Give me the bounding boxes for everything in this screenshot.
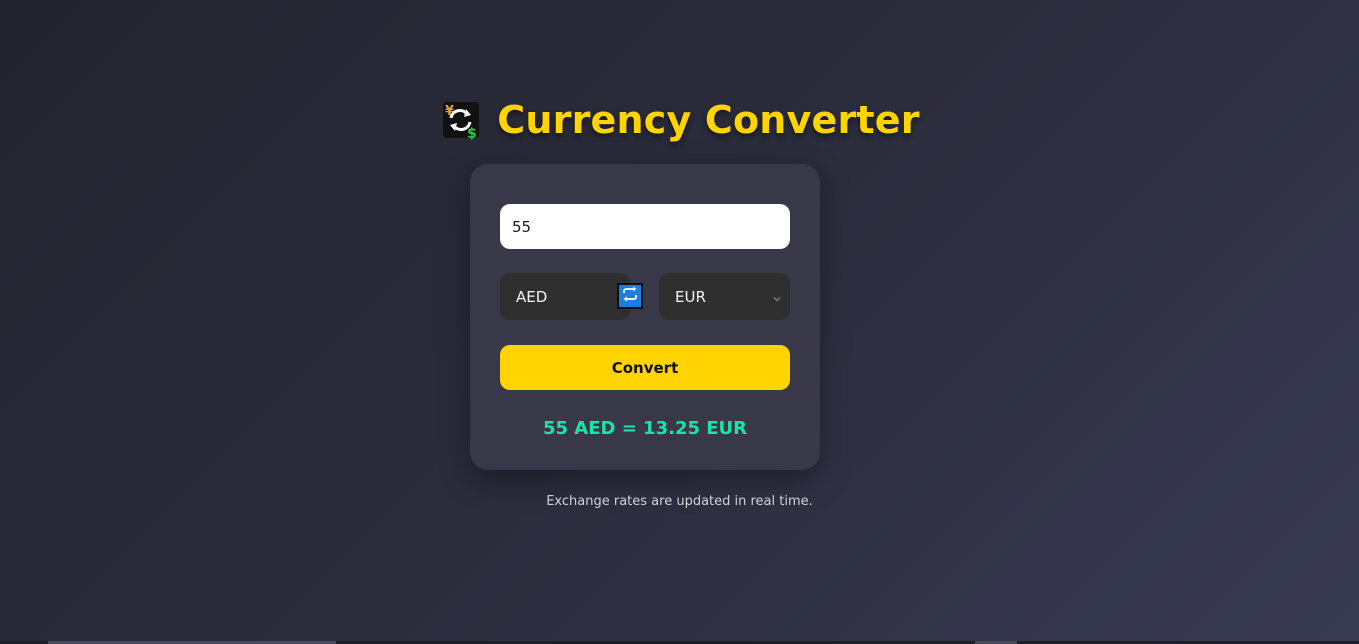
currency-exchange-icon: ¥ $ <box>439 98 483 142</box>
conversion-result: 55 AED = 13.25 EUR <box>542 418 748 439</box>
from-currency-value: AED <box>516 287 548 306</box>
svg-text:$: $ <box>467 126 477 142</box>
page-title: Currency Converter <box>497 98 920 142</box>
chevron-down-icon <box>772 290 782 302</box>
to-currency-value: EUR <box>675 287 706 306</box>
footer-note: Exchange rates are updated in real time. <box>546 494 813 509</box>
from-currency-select[interactable]: AED <box>500 273 630 320</box>
converter-card: AED EUR Convert 55 AED = 13.25 EUR <box>470 164 820 470</box>
swap-arrows-icon <box>621 285 639 307</box>
swap-button[interactable] <box>617 283 643 309</box>
to-currency-select[interactable]: EUR <box>659 273 790 320</box>
page-header: ¥ $ Currency Converter <box>0 98 1359 142</box>
convert-button[interactable]: Convert <box>500 345 790 390</box>
amount-input[interactable] <box>500 204 790 249</box>
